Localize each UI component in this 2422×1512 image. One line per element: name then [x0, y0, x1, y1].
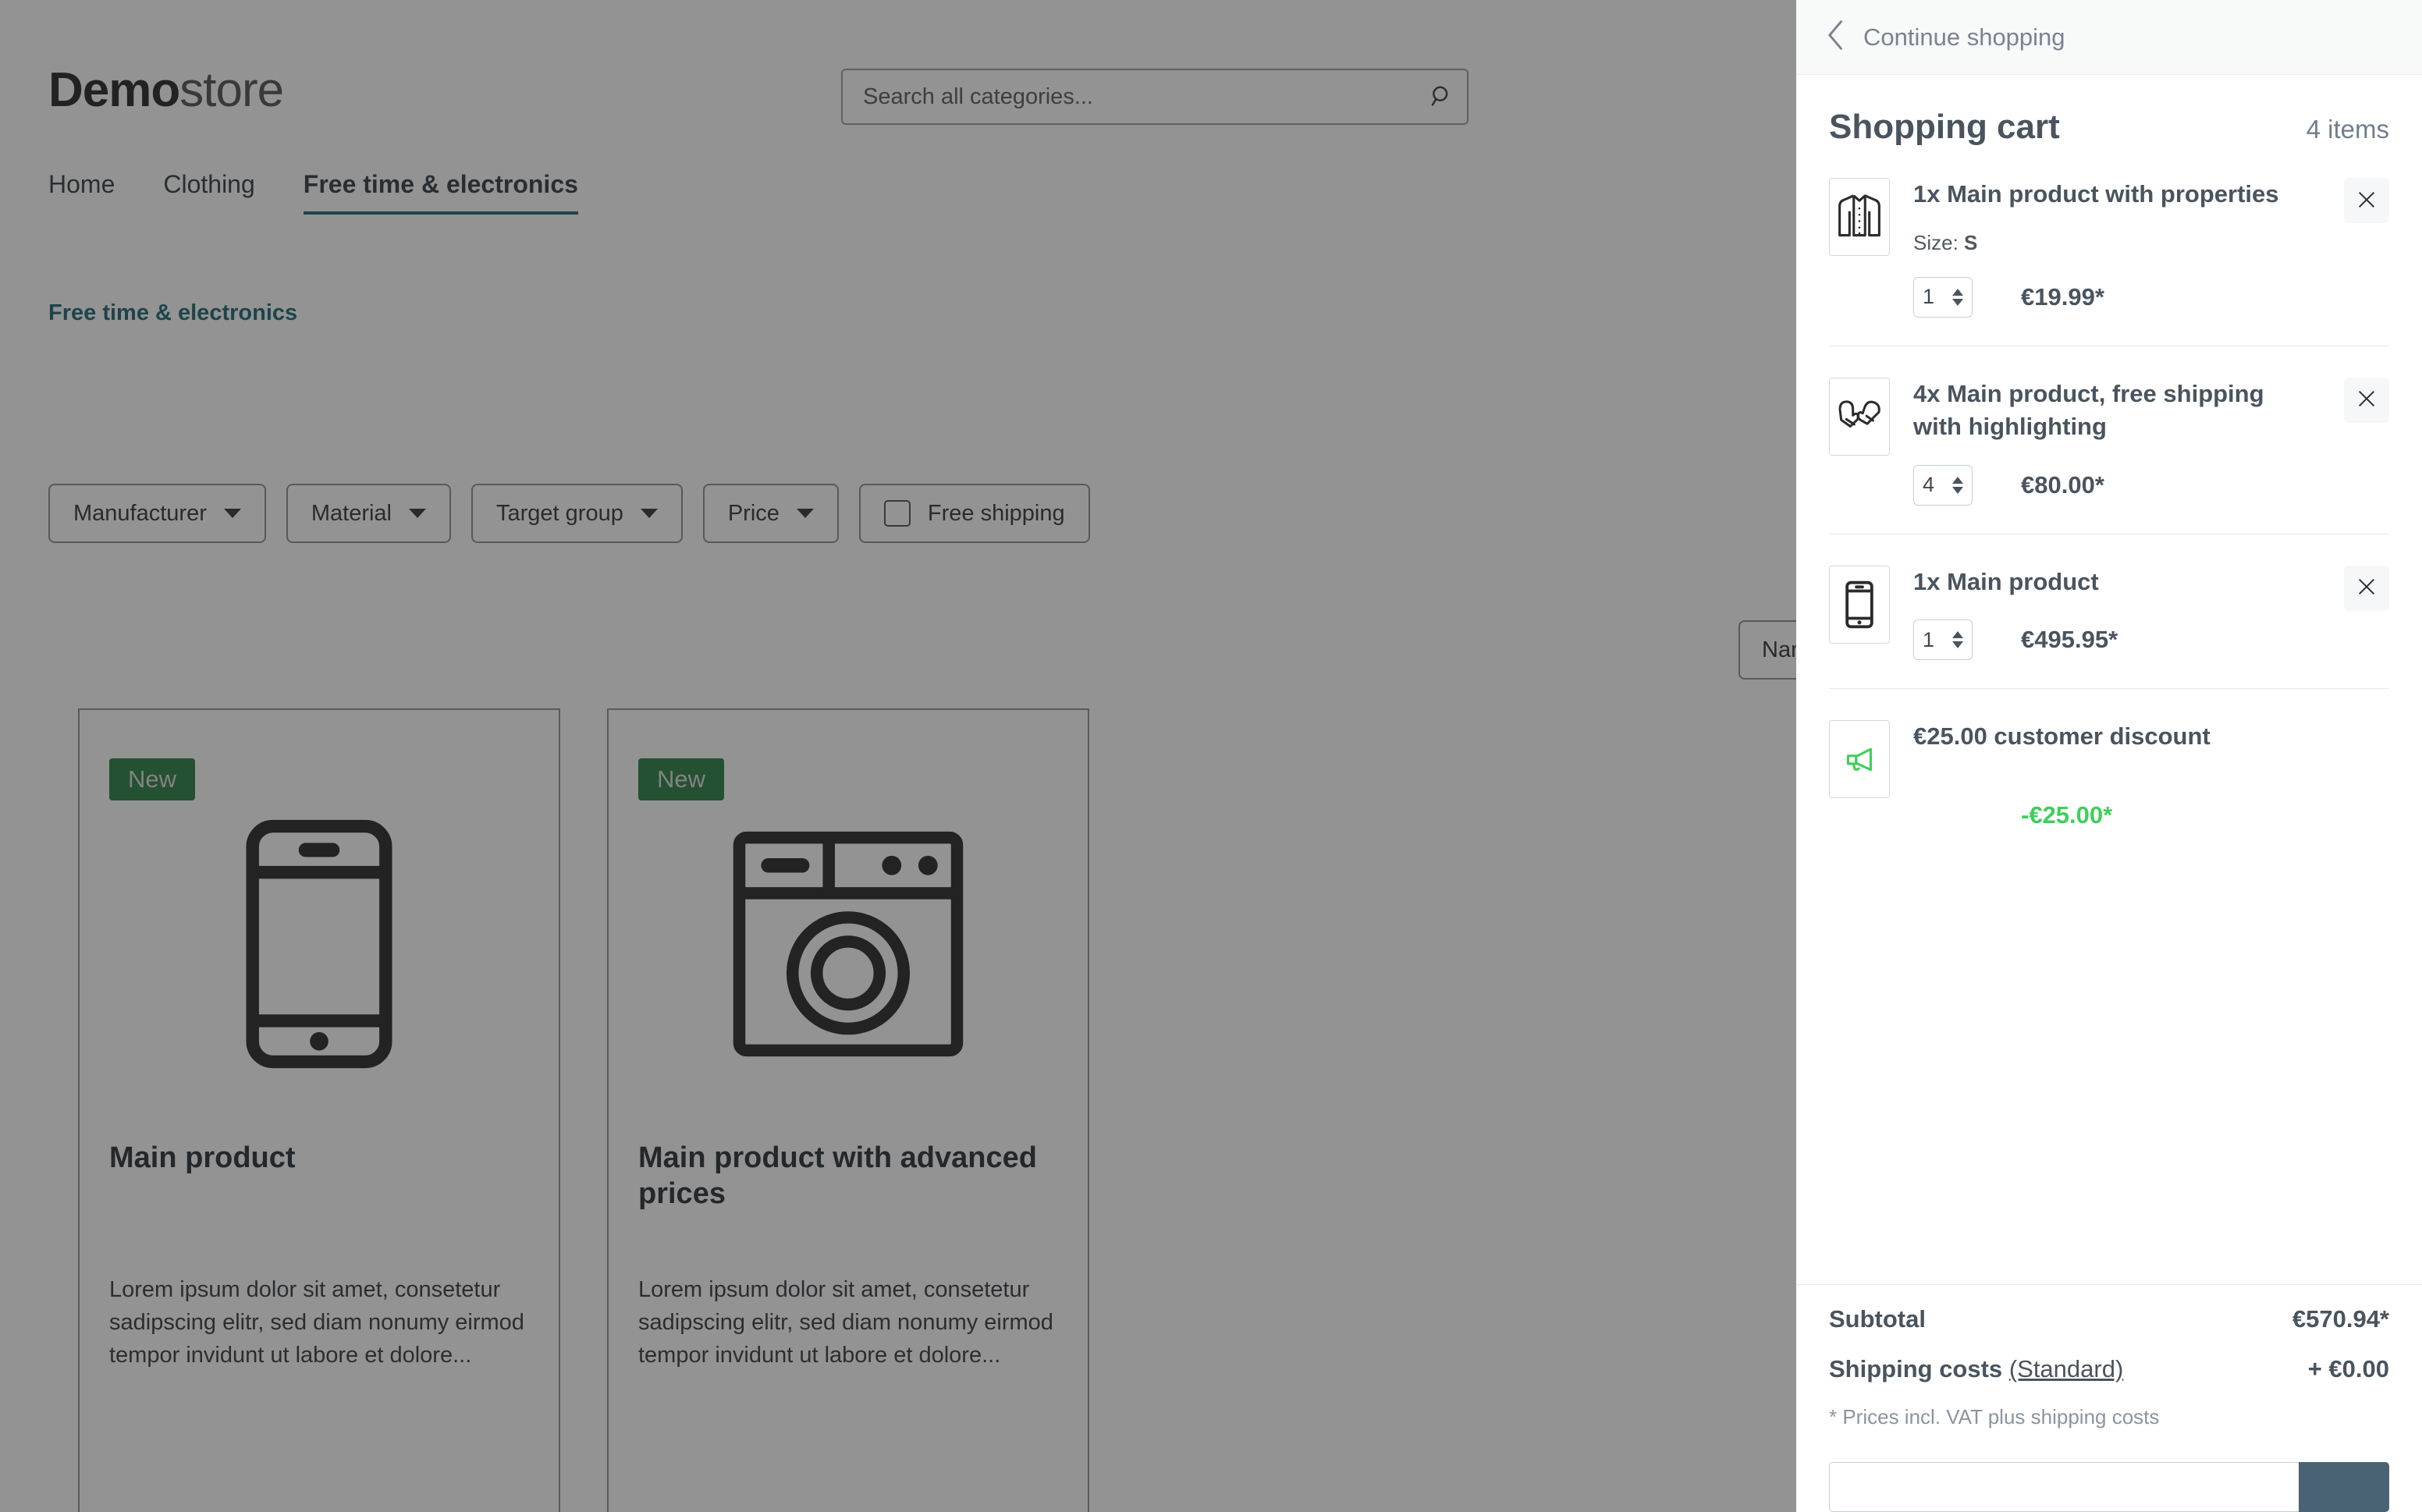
cart-item-name[interactable]: 1x Main product with properties: [1913, 178, 2300, 211]
screen: Demostore Home Clothing Free time & elec…: [0, 0, 2422, 1512]
cart-item-name: €25.00 customer discount: [1913, 722, 2211, 751]
close-icon: [2356, 576, 2378, 600]
shipping-row: Shipping costs (Standard) + €0.00: [1829, 1355, 2389, 1383]
cart-item-name[interactable]: 4x Main product, free shipping with high…: [1913, 378, 2300, 443]
quantity-stepper[interactable]: 4: [1913, 464, 1973, 506]
cart-item-price: €19.99*: [2021, 282, 2104, 311]
cart-item-info: 4x Main product, free shipping with high…: [1913, 378, 2300, 506]
cart-items-list: 1x Main product with properties Size: S …: [1796, 147, 2422, 1284]
stepper-arrows-icon[interactable]: [1952, 288, 1963, 306]
continue-shopping-link[interactable]: Continue shopping: [1863, 23, 2065, 51]
cart-item-controls: 1 €19.99*: [1913, 276, 2300, 318]
quantity-value: 1: [1923, 285, 1935, 309]
cart-item-controls: 1 €495.95*: [1913, 619, 2300, 661]
quantity-value: 1: [1923, 627, 1935, 651]
subtotal-row: Subtotal €570.94*: [1829, 1305, 2389, 1333]
shipping-value: + €0.00: [2307, 1355, 2389, 1382]
cart-item-price: -€25.00*: [2021, 801, 2113, 829]
promo-code-input[interactable]: [1829, 1462, 2299, 1512]
remove-item-button[interactable]: [2344, 565, 2389, 611]
vat-note: * Prices incl. VAT plus shipping costs: [1829, 1405, 2160, 1429]
shipping-label-group: Shipping costs (Standard): [1829, 1355, 2123, 1383]
cart-line-item-discount: €25.00 customer discount -€25.00*: [1829, 688, 2389, 829]
quantity-value: 4: [1923, 473, 1935, 497]
jacket-icon[interactable]: [1829, 178, 1890, 256]
promo-code-submit-button[interactable]: [2299, 1462, 2389, 1512]
subtotal-value: €570.94*: [2292, 1305, 2389, 1333]
remove-item-button[interactable]: [2344, 377, 2389, 423]
shipping-method-link[interactable]: (Standard): [2009, 1355, 2123, 1382]
cart-title-row: Shopping cart 4 items: [1796, 75, 2422, 147]
smartphone-icon[interactable]: [1829, 565, 1890, 644]
cart-item-count: 4 items: [2306, 115, 2389, 144]
cart-line-item: 1x Main product with properties Size: S …: [1829, 147, 2389, 318]
cart-summary: Subtotal €570.94* Shipping costs (Standa…: [1796, 1284, 2422, 1512]
cart-item-controls: 4 €80.00*: [1913, 464, 2300, 506]
cart-line-item: 4x Main product, free shipping with high…: [1829, 345, 2389, 506]
chevron-left-icon[interactable]: [1826, 20, 1846, 55]
close-icon: [2356, 388, 2378, 412]
cart-item-name[interactable]: 1x Main product: [1913, 566, 2300, 598]
close-icon: [2356, 189, 2378, 213]
stepper-arrows-icon[interactable]: [1952, 476, 1963, 494]
stepper-arrows-icon[interactable]: [1952, 631, 1963, 649]
cart-item-controls: -€25.00*: [1913, 801, 2300, 829]
cart-line-item: 1x Main product 1 €495.95*: [1829, 533, 2389, 661]
megaphone-icon: [1829, 720, 1890, 799]
mittens-icon[interactable]: [1829, 377, 1890, 456]
cart-item-info: 1x Main product 1 €495.95*: [1913, 566, 2300, 661]
cart-header: Continue shopping: [1796, 0, 2422, 75]
cart-item-info: €25.00 customer discount -€25.00*: [1913, 720, 2300, 829]
cart-item-property-label: Size:: [1913, 230, 1959, 254]
promo-code-row: [1829, 1462, 2389, 1512]
quantity-stepper[interactable]: 1: [1913, 619, 1973, 661]
shipping-label: Shipping costs: [1829, 1355, 2003, 1382]
cart-title: Shopping cart: [1829, 108, 2060, 146]
cart-item-info: 1x Main product with properties Size: S …: [1913, 178, 2300, 318]
offcanvas-backdrop[interactable]: [0, 0, 1796, 1512]
quantity-stepper[interactable]: 1: [1913, 276, 1973, 318]
remove-item-button[interactable]: [2344, 178, 2389, 223]
cart-item-price: €80.00*: [2021, 470, 2104, 499]
shopping-cart-offcanvas: Continue shopping Shopping cart 4 items: [1796, 0, 2422, 1512]
cart-item-price: €495.95*: [2021, 626, 2118, 654]
cart-item-property: Size: S: [1913, 231, 2300, 255]
subtotal-label: Subtotal: [1829, 1305, 1926, 1333]
cart-item-property-value: S: [1964, 230, 1978, 254]
